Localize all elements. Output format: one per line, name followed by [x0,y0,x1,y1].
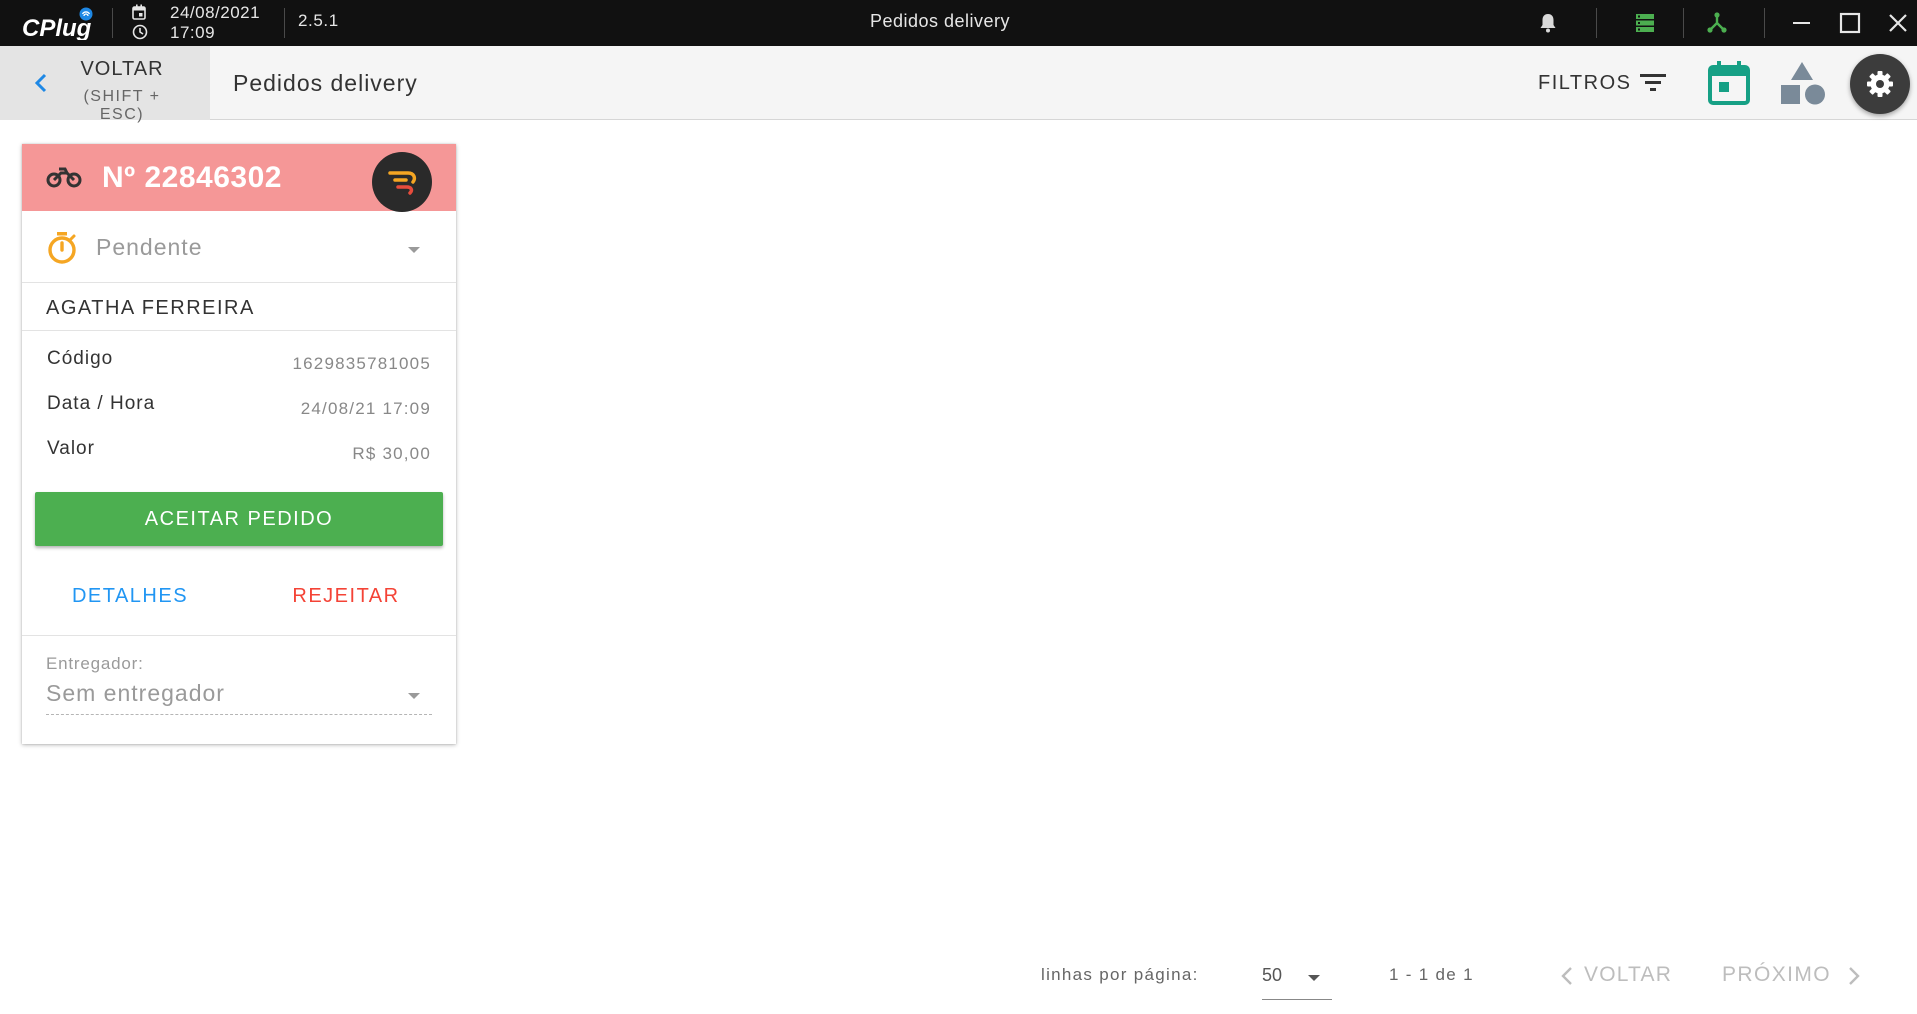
pagination-range: 1 - 1 de 1 [1389,965,1474,984]
rows-per-page-value: 50 [1262,965,1283,985]
chevron-down-icon [408,247,420,253]
order-code-value: 1629835781005 [292,354,431,373]
filters-button[interactable]: FILTROS [1538,68,1670,98]
next-page-label: PRÓXIMO [1722,963,1831,986]
order-code-row: Código 1629835781005 [22,348,456,378]
bell-icon[interactable] [1534,9,1562,37]
order-code-label: Código [47,348,114,369]
order-actions: DETALHES REJEITAR [22,564,456,636]
details-button[interactable]: DETALHES [64,576,196,616]
customer-name-row: AGATHA FERREIRA [22,284,456,331]
courier-select[interactable]: Entregador: Sem entregador [46,654,432,716]
previous-page-button[interactable]: VOLTAR [1556,958,1672,992]
order-datetime-label: Data / Hora [47,393,156,414]
customer-name: AGATHA FERREIRA [46,297,255,319]
rows-per-page-select[interactable]: 50 [1262,956,1332,1000]
order-datetime-value: 24/08/21 17:09 [300,399,431,418]
chevron-down-icon [408,693,420,699]
titlebar-divider [1683,8,1684,38]
timer-icon [48,232,76,264]
filter-icon [1640,74,1666,91]
gear-icon [1867,71,1893,97]
back-button[interactable]: VOLTAR (SHIFT + ESC) [0,46,210,123]
back-button-label: VOLTAR [80,58,164,80]
page-title: Pedidos delivery [233,70,418,96]
minimize-icon[interactable] [1787,9,1815,37]
next-page-button[interactable]: PRÓXIMO [1720,958,1870,992]
order-value-amount: R$ 30,00 [352,444,431,463]
chevron-left-icon [34,73,47,93]
order-card-header: Nº 22846302 [22,144,456,212]
app-header: VOLTAR (SHIFT + ESC) Pedidos delivery FI… [0,46,1917,123]
window-titlebar: CPlug 24/08/2021 17:09 2.5.1 Pedidos del… [0,0,1917,46]
courier-value: Sem entregador [46,680,225,706]
order-status-select[interactable]: Pendente [22,211,456,283]
courier-label: Entregador: [46,654,144,673]
chevron-right-icon [1849,967,1860,985]
delivery-platform-avatar [372,152,432,212]
accept-order-button[interactable]: ACEITAR PEDIDO [35,492,443,546]
server-icon[interactable] [1631,9,1659,37]
order-status-value: Pendente [96,234,203,260]
order-card: Nº 22846302 Pendente AGATHA FERREIRA Cód… [22,144,456,744]
order-number: Nº 22846302 [102,161,282,194]
window-title: Pedidos delivery [869,11,1011,31]
settings-button[interactable] [1850,54,1910,114]
courier-underline [46,714,432,715]
order-datetime-row: Data / Hora 24/08/21 17:09 [22,393,456,423]
close-icon[interactable] [1884,9,1912,37]
back-button-shortcut: (SHIFT + ESC) [83,88,161,123]
reject-button[interactable]: REJEITAR [282,576,410,616]
filters-label: FILTROS [1538,72,1632,94]
delivery-platform-logo-icon [388,171,417,195]
maximize-icon[interactable] [1836,9,1864,37]
chevron-down-icon [1308,975,1320,981]
previous-page-label: VOLTAR [1584,963,1673,986]
shapes-icon[interactable] [1778,59,1828,107]
order-value-label: Valor [47,438,95,459]
titlebar-divider [1764,8,1765,38]
rows-per-page-label: linhas por página: [1041,965,1199,984]
motorcycle-icon [46,167,82,188]
network-icon[interactable] [1703,9,1731,37]
order-value-row: Valor R$ 30,00 [22,438,456,468]
chevron-left-icon [1561,967,1572,985]
titlebar-divider [1596,8,1597,38]
calendar-icon[interactable] [1706,60,1752,106]
